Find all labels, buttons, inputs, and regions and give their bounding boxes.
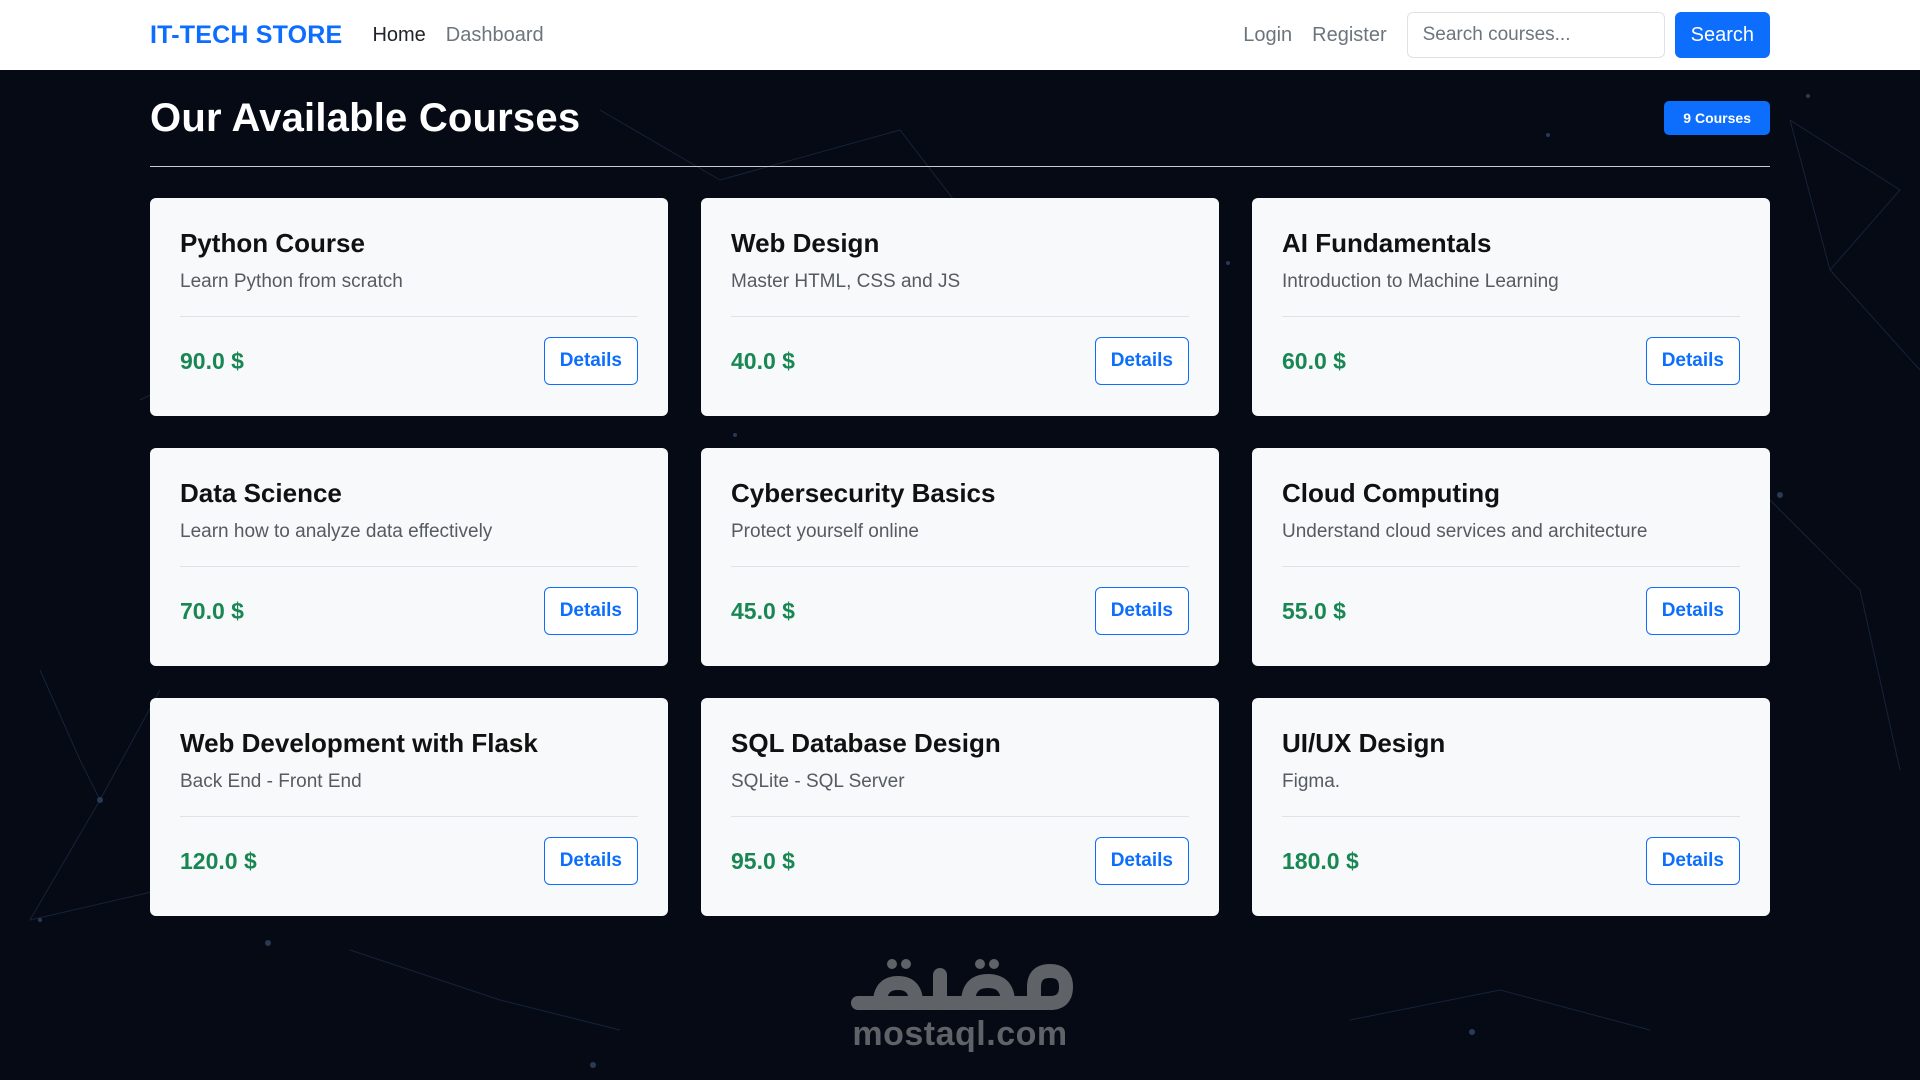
course-description: Learn Python from scratch	[180, 271, 403, 292]
course-price: 70.0 $	[180, 597, 244, 624]
details-button[interactable]: Details	[1645, 837, 1740, 885]
card-divider	[731, 816, 1189, 817]
card-divider	[1282, 816, 1740, 817]
details-button[interactable]: Details	[543, 837, 638, 885]
course-description: Understand cloud services and architectu…	[1282, 521, 1648, 542]
course-card: AI Fundamentals Introduction to Machine …	[1252, 198, 1770, 416]
mostaql-logo-icon	[851, 959, 1073, 1010]
course-description: Figma.	[1282, 771, 1341, 792]
top-navbar: IT-TECH STORE Home Dashboard Login Regis…	[0, 0, 1920, 70]
page-header: Our Available Courses 9 Courses	[150, 70, 1770, 167]
card-footer: 180.0 $ Details	[1282, 837, 1740, 885]
course-description: Protect yourself online	[731, 521, 919, 542]
card-footer: 70.0 $ Details	[180, 587, 638, 635]
course-card: Web Development with Flask Back End - Fr…	[150, 698, 668, 916]
card-divider	[731, 566, 1189, 567]
card-divider	[731, 316, 1189, 317]
course-count-badge: 9 Courses	[1664, 101, 1770, 135]
course-title: Python Course	[180, 228, 365, 258]
details-button[interactable]: Details	[1094, 837, 1189, 885]
course-description: Learn how to analyze data effectively	[180, 521, 493, 542]
card-footer: 60.0 $ Details	[1282, 337, 1740, 385]
details-button[interactable]: Details	[543, 587, 638, 635]
course-card: Cloud Computing Understand cloud service…	[1252, 448, 1770, 666]
details-button[interactable]: Details	[1645, 587, 1740, 635]
card-footer: 120.0 $ Details	[180, 837, 638, 885]
course-description: SQLite - SQL Server	[731, 771, 905, 792]
course-card: SQL Database Design SQLite - SQL Server …	[701, 698, 1219, 916]
card-footer: 55.0 $ Details	[1282, 587, 1740, 635]
card-divider	[180, 816, 638, 817]
course-title: UI/UX Design	[1282, 728, 1446, 758]
course-price: 120.0 $	[180, 847, 257, 874]
nav-link-dashboard[interactable]: Dashboard	[446, 24, 544, 47]
card-divider	[180, 566, 638, 567]
details-button[interactable]: Details	[1094, 337, 1189, 385]
course-grid: Python Course Learn Python from scratch …	[150, 198, 1770, 916]
nav-link-home[interactable]: Home	[372, 24, 425, 47]
details-button[interactable]: Details	[1094, 587, 1189, 635]
card-divider	[1282, 566, 1740, 567]
course-title: AI Fundamentals	[1282, 228, 1492, 258]
course-card: Cybersecurity Basics Protect yourself on…	[701, 448, 1219, 666]
course-title: Web Design	[731, 228, 880, 258]
search-button[interactable]: Search	[1674, 12, 1770, 58]
card-footer: 40.0 $ Details	[731, 337, 1189, 385]
course-description: Introduction to Machine Learning	[1282, 271, 1559, 292]
course-description: Back End - Front End	[180, 771, 362, 792]
course-title: SQL Database Design	[731, 728, 1001, 758]
course-title: Data Science	[180, 478, 342, 508]
search-input[interactable]	[1406, 12, 1665, 58]
course-price: 40.0 $	[731, 347, 795, 374]
course-price: 60.0 $	[1282, 347, 1346, 374]
course-card: Web Design Master HTML, CSS and JS 40.0 …	[701, 198, 1219, 416]
course-price: 55.0 $	[1282, 597, 1346, 624]
card-footer: 90.0 $ Details	[180, 337, 638, 385]
course-price: 180.0 $	[1282, 847, 1359, 874]
card-divider	[180, 316, 638, 317]
course-price: 45.0 $	[731, 597, 795, 624]
brand-logo[interactable]: IT-TECH STORE	[150, 21, 342, 50]
course-price: 90.0 $	[180, 347, 244, 374]
course-description: Master HTML, CSS and JS	[731, 271, 961, 292]
nav-link-register[interactable]: Register	[1312, 24, 1386, 47]
nav-link-login[interactable]: Login	[1243, 24, 1292, 47]
course-title: Web Development with Flask	[180, 728, 538, 758]
course-title: Cybersecurity Basics	[731, 478, 996, 508]
main-content: Our Available Courses 9 Courses Python C…	[150, 70, 1770, 916]
watermark-text: mostaql.com	[852, 1015, 1068, 1053]
card-footer: 45.0 $ Details	[731, 587, 1189, 635]
details-button[interactable]: Details	[1645, 337, 1740, 385]
card-footer: 95.0 $ Details	[731, 837, 1189, 885]
mostaql-watermark: mostaql.com	[820, 955, 1100, 1065]
course-card: Python Course Learn Python from scratch …	[150, 198, 668, 416]
course-title: Cloud Computing	[1282, 478, 1501, 508]
page-title: Our Available Courses	[150, 95, 581, 140]
course-price: 95.0 $	[731, 847, 795, 874]
card-divider	[1282, 316, 1740, 317]
course-card: UI/UX Design Figma. 180.0 $ Details	[1252, 698, 1770, 916]
course-card: Data Science Learn how to analyze data e…	[150, 448, 668, 666]
details-button[interactable]: Details	[543, 337, 638, 385]
